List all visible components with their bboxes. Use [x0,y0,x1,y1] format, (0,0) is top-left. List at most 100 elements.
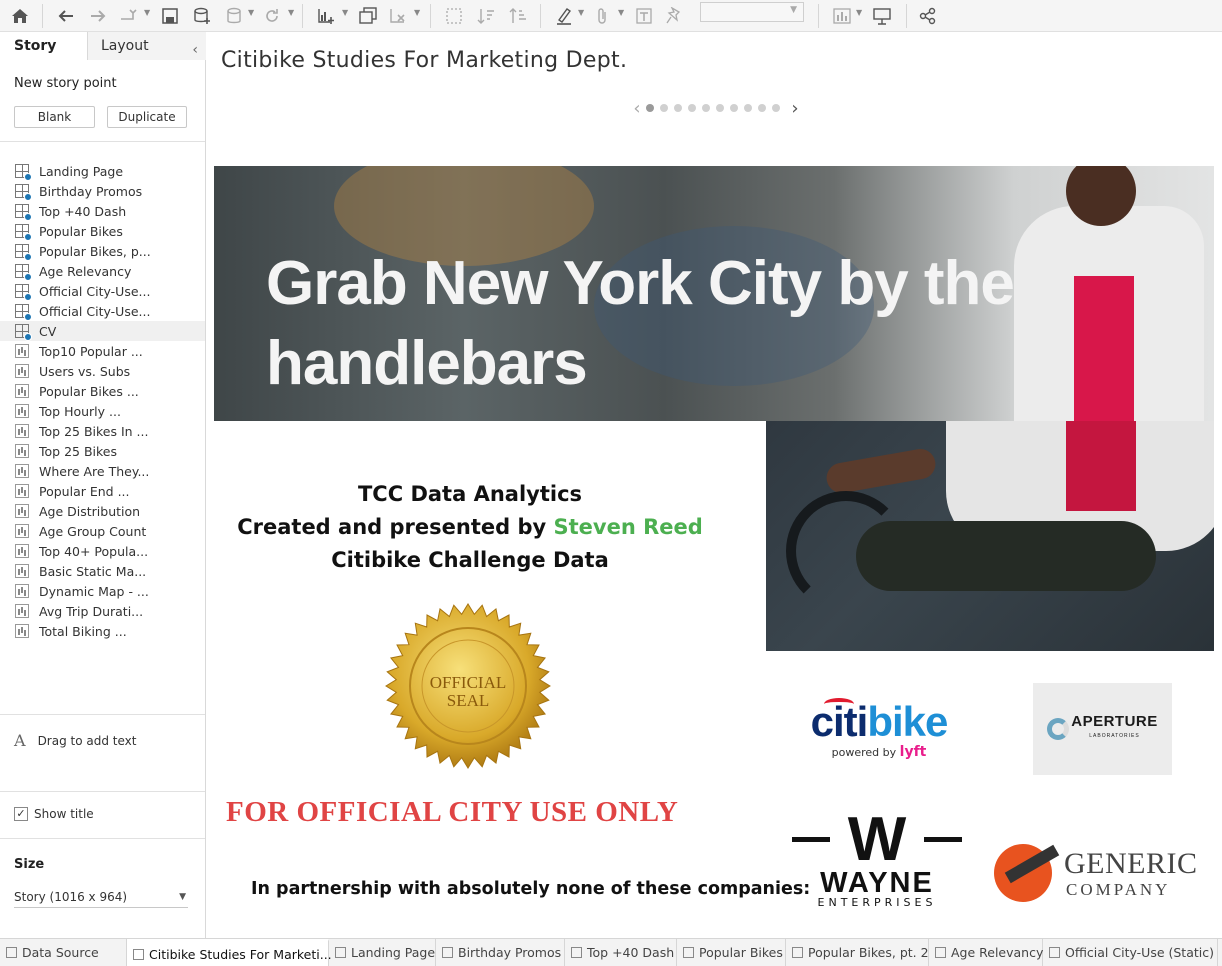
sidebar-item-label: Top 25 Bikes [39,443,117,459]
chevron-down-icon[interactable]: ▼ [288,8,294,17]
sidebar-item-label: Official City-Use... [39,303,151,319]
presentation-icon[interactable] [870,2,894,30]
show-title-checkbox[interactable]: ✓ [14,807,28,821]
group-icon[interactable] [590,2,614,30]
home-icon[interactable] [8,2,32,30]
chevron-down-icon[interactable]: ▼ [342,8,348,17]
sidebar-item-label: Top Hourly ... [39,403,121,419]
sort-descending-icon[interactable] [506,2,530,30]
replay-icon[interactable] [116,2,140,30]
drag-text-label: Drag to add text [37,733,137,748]
sidebar-item-sheet[interactable]: Users vs. Subs [0,361,205,381]
save-icon[interactable] [158,2,182,30]
story-point-dot[interactable] [716,104,724,112]
sheet-tab[interactable]: Popular Bikes, pt. 2 [786,939,929,966]
chevron-down-icon: ▼ [179,892,186,902]
sheet-tab[interactable]: Age Relevancy [929,939,1043,966]
story-point-dot[interactable] [688,104,696,112]
share-icon[interactable] [916,2,940,30]
refresh-icon[interactable] [260,2,284,30]
size-dropdown[interactable]: Story (1016 x 964) ▼ [14,886,188,908]
sidebar-item-sheet[interactable]: Age Relevancy [0,261,205,281]
clear-sheet-icon[interactable] [386,2,410,30]
sheet-tab[interactable]: Top +40 Dash [565,939,677,966]
story-point-dot[interactable] [674,104,682,112]
story-point-dot[interactable] [646,104,654,112]
story-point-dot[interactable] [660,104,668,112]
swap-icon[interactable] [442,2,466,30]
story-point-dot[interactable] [744,104,752,112]
pause-updates-icon[interactable] [222,2,246,30]
sidebar-item-sheet[interactable]: Birthday Promos [0,181,205,201]
tab-layout[interactable]: Layout ‹ [88,32,206,60]
dashboard-icon [15,284,32,301]
highlight-icon[interactable] [552,2,576,30]
next-point-icon[interactable]: › [789,98,801,119]
new-data-source-icon[interactable] [190,2,214,30]
sidebar-item-sheet[interactable]: Avg Trip Durati... [0,601,205,621]
sidebar-item-sheet[interactable]: Popular Bikes ... [0,381,205,401]
undo-icon[interactable] [54,2,78,30]
story-point-dot[interactable] [772,104,780,112]
sheet-tab[interactable]: Citibike Studies For Marketi... [127,939,332,966]
chevron-down-icon[interactable]: ▼ [144,8,150,17]
dashboard-icon [15,164,32,181]
sheet-tab-label: Popular Bikes, pt. 2 [808,945,929,960]
sidebar-item-sheet[interactable]: CV [0,321,205,341]
blank-button[interactable]: Blank [14,106,95,128]
sort-ascending-icon[interactable] [474,2,498,30]
sidebar-item-sheet[interactable]: Top10 Popular ... [0,341,205,361]
chevron-down-icon[interactable]: ▼ [414,8,420,17]
sidebar-item-sheet[interactable]: Top Hourly ... [0,401,205,421]
sidebar-item-sheet[interactable]: Popular Bikes [0,221,205,241]
show-me-icon[interactable] [830,2,854,30]
worksheet-icon [15,624,29,638]
sidebar-item-sheet[interactable]: Total Biking ... [0,621,205,641]
story-point-dot[interactable] [758,104,766,112]
worksheet-icon [15,504,29,518]
sidebar-item-sheet[interactable]: Official City-Use... [0,281,205,301]
duplicate-button[interactable]: Duplicate [107,106,187,128]
sidebar-item-sheet[interactable]: Age Distribution [0,501,205,521]
story-point-dot[interactable] [702,104,710,112]
previous-point-icon[interactable]: ‹ [631,98,643,119]
sidebar-item-sheet[interactable]: Top +40 Dash [0,201,205,221]
label-icon[interactable] [632,2,656,30]
sidebar-item-sheet[interactable]: Dynamic Map - ... [0,581,205,601]
sheet-tab[interactable]: Birthday Promos [436,939,565,966]
show-title-label: Show title [34,807,94,821]
drag-text-item[interactable]: A Drag to add text [14,731,136,750]
sidebar-item-sheet[interactable]: Age Group Count [0,521,205,541]
sidebar-item-sheet[interactable]: Top 25 Bikes [0,441,205,461]
sheet-tab[interactable]: Popular Bikes [677,939,786,966]
show-title-option[interactable]: ✓ Show title [14,807,94,821]
chevron-down-icon[interactable]: ▼ [618,8,624,17]
sidebar-item-sheet[interactable]: Basic Static Ma... [0,561,205,581]
duplicate-icon[interactable] [356,2,380,30]
chevron-down-icon[interactable]: ▼ [578,8,584,17]
tab-story[interactable]: Story [0,32,88,60]
chevron-down-icon[interactable]: ▼ [248,8,254,17]
sidebar-item-sheet[interactable]: Popular Bikes, p... [0,241,205,261]
sidebar-item-sheet[interactable]: Top 25 Bikes In ... [0,421,205,441]
story-point-dot[interactable] [730,104,738,112]
fit-selector[interactable]: ▼ [700,2,804,22]
sidebar-item-sheet[interactable]: Landing Page [0,161,205,181]
story-navigator: ‹ › [631,98,801,119]
redo-icon[interactable] [86,2,110,30]
sidebar-item-sheet[interactable]: Top 40+ Popula... [0,541,205,561]
wayne-enterprises-logo: W WAYNE ENTERPRISES [792,809,962,910]
collapse-panel-icon[interactable]: ‹ [192,36,198,64]
new-worksheet-icon[interactable] [314,2,338,30]
sheet-tab[interactable]: Data Source [0,939,127,966]
sheet-tab[interactable]: Official City-Use (Static) [1043,939,1218,966]
sheet-tab-label: Top +40 Dash [587,945,675,960]
sidebar-item-sheet[interactable]: Official City-Use... [0,301,205,321]
chevron-down-icon[interactable]: ▼ [856,8,862,17]
partnership-text: In partnership with absolutely none of t… [251,879,811,899]
toolbar: ▼ ▼ ▼ ▼ ▼ ▼ ▼ ▼ ▼ [0,0,1222,32]
sidebar-item-sheet[interactable]: Popular End ... [0,481,205,501]
sidebar-item-sheet[interactable]: Where Are They... [0,461,205,481]
pin-icon[interactable] [662,2,686,30]
sheet-tab[interactable]: Landing Page [329,939,436,966]
